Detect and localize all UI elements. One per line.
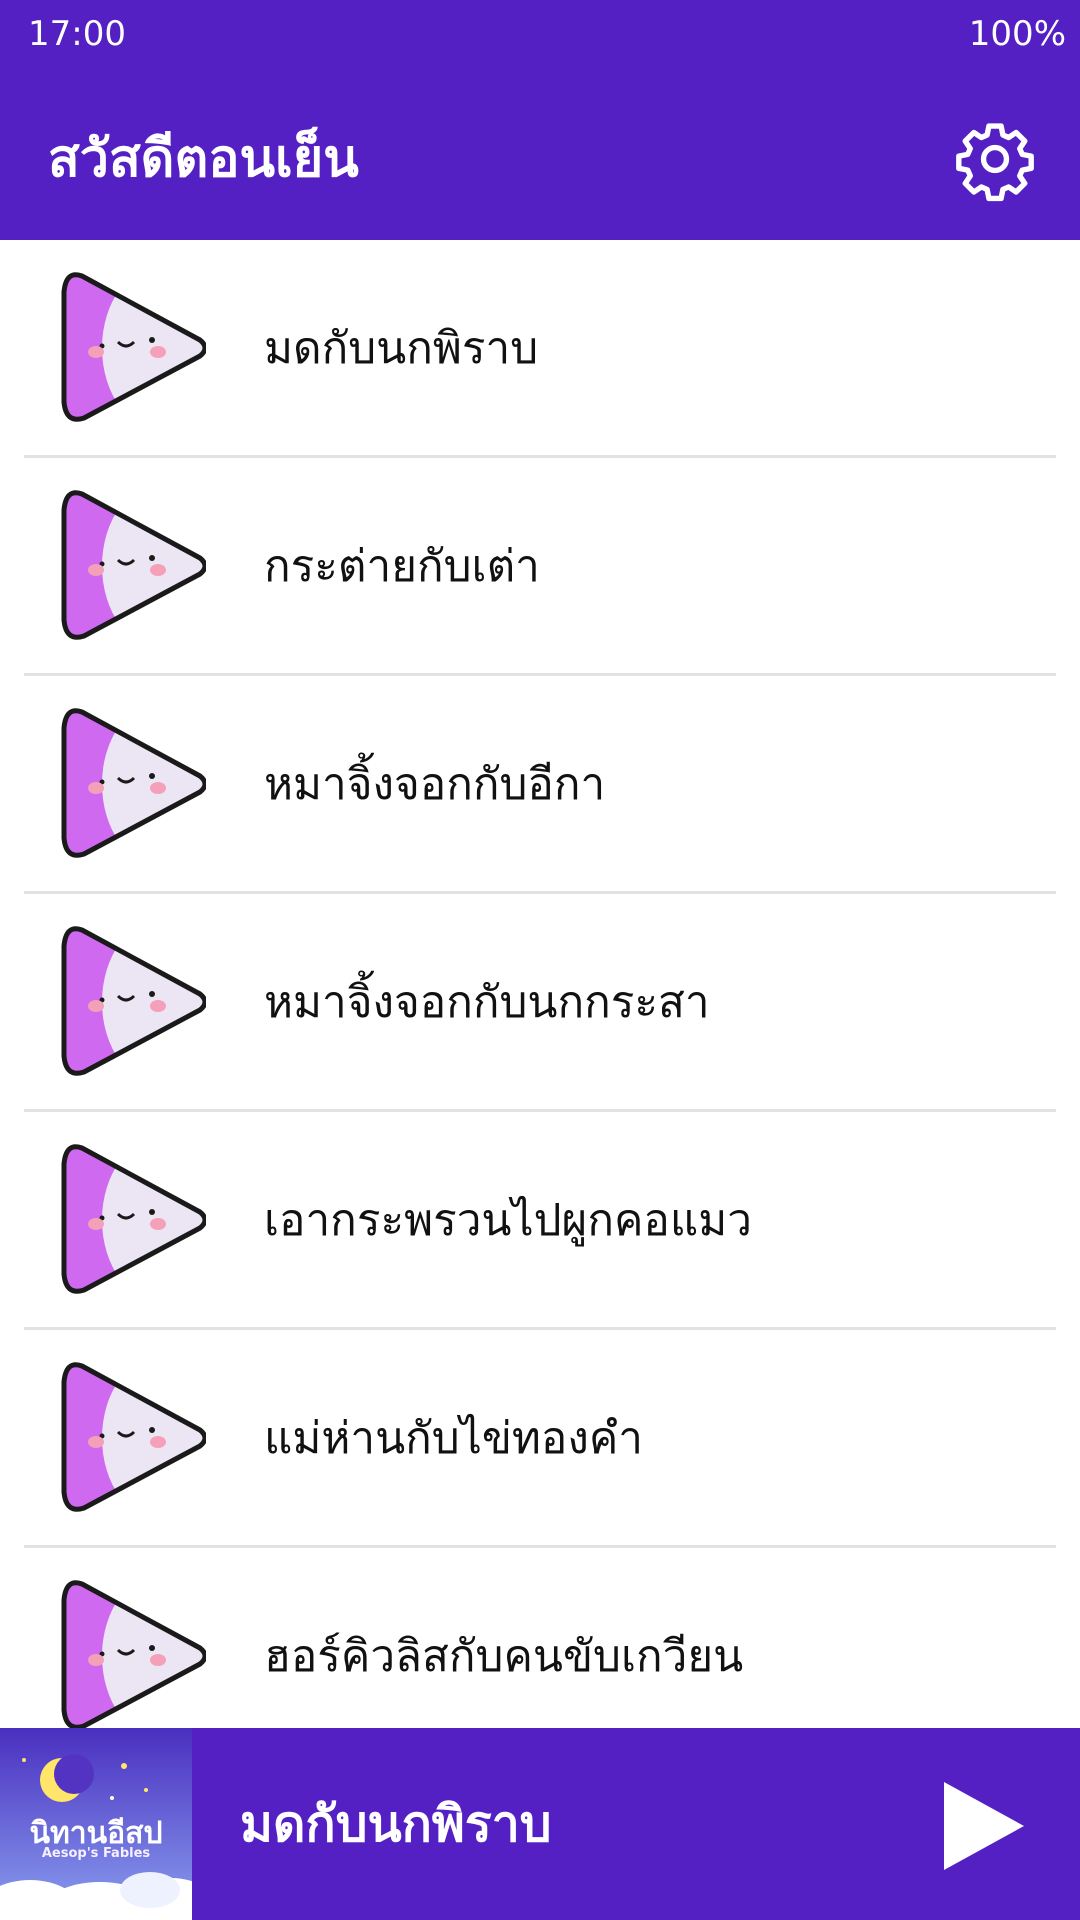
play-icon[interactable]	[940, 1780, 1028, 1872]
story-item[interactable]: แม่ห่านกับไข่ทองคำ	[0, 1330, 1080, 1548]
now-playing-title: มดกับนกพิราบ	[240, 1795, 552, 1853]
art-title-en: Aesop's Fables	[41, 1846, 151, 1861]
story-item[interactable]: หมาจิ้งจอกกับนกกระสา	[0, 894, 1080, 1112]
greeting-title: สวัสดีตอนเย็น	[48, 129, 359, 189]
story-title: มดกับนกพิราบ	[264, 323, 539, 374]
story-item[interactable]: กระต่ายกับเต่า	[0, 458, 1080, 676]
story-title: กระต่ายกับเต่า	[264, 541, 540, 592]
play-character-icon	[61, 926, 206, 1076]
story-item[interactable]: ฮอร์คิวลิสกับคนขับเกวียน	[0, 1548, 1080, 1728]
story-title: เอากระพรวนไปผูกคอแมว	[264, 1195, 752, 1246]
album-art: นิทานอีสป Aesop's Fables	[0, 1728, 192, 1920]
play-character-icon	[61, 1580, 206, 1728]
mini-player[interactable]: นิทานอีสป Aesop's Fables มดกับนกพิราบ	[0, 1728, 1080, 1920]
play-character-icon	[61, 708, 206, 858]
story-list[interactable]: มดกับนกพิราบ กระต่ายกับเต่า หมาจิ้งจอกกั…	[0, 240, 1080, 1728]
story-item[interactable]: เอากระพรวนไปผูกคอแมว	[0, 1112, 1080, 1330]
play-character-icon	[61, 1362, 206, 1512]
story-title: หมาจิ้งจอกกับนกกระสา	[264, 977, 710, 1028]
play-character-icon	[61, 1144, 206, 1294]
story-item[interactable]: มดกับนกพิราบ	[0, 240, 1080, 458]
battery-level: 100%	[968, 14, 1066, 54]
play-character-icon	[61, 272, 206, 422]
status-time: 17:00	[28, 14, 126, 54]
gear-icon[interactable]	[952, 116, 1038, 202]
story-title: แม่ห่านกับไข่ทองคำ	[264, 1413, 643, 1464]
status-bar: 17:00 100%	[0, 0, 1080, 68]
play-character-icon	[61, 490, 206, 640]
story-title: ฮอร์คิวลิสกับคนขับเกวียน	[264, 1631, 744, 1682]
story-title: หมาจิ้งจอกกับอีกา	[264, 759, 606, 810]
app-bar: สวัสดีตอนเย็น	[0, 68, 1080, 240]
story-item[interactable]: หมาจิ้งจอกกับอีกา	[0, 676, 1080, 894]
